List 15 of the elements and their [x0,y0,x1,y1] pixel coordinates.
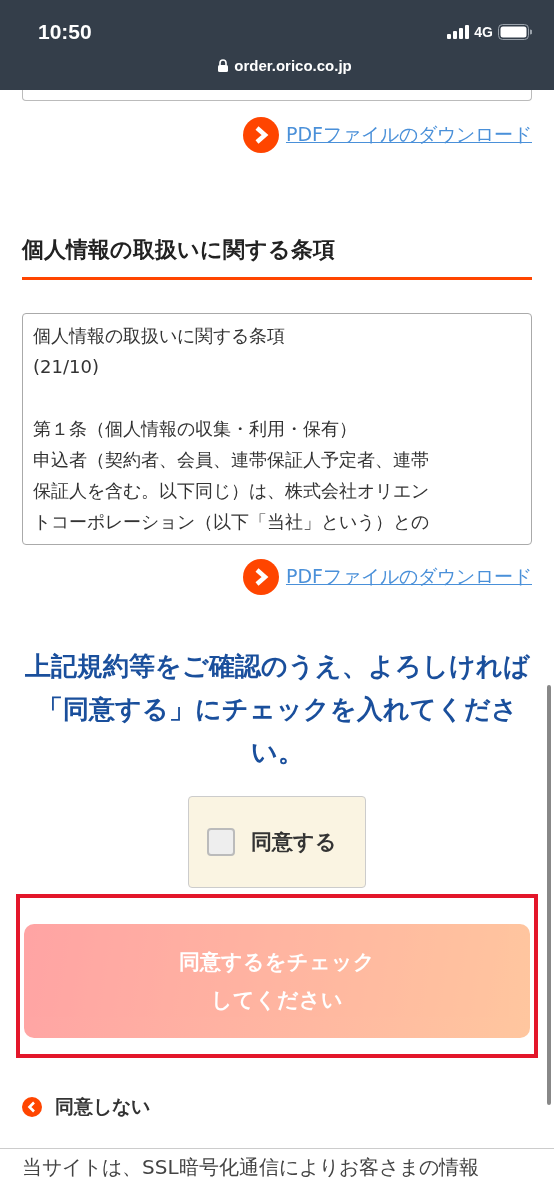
chevron-right-icon [242,117,279,153]
url-text: order.orico.co.jp [234,57,352,74]
network-label: 4G [474,24,493,40]
agree-checkbox[interactable]: 同意する [188,796,366,888]
chevron-left-icon [22,1097,42,1117]
section-heading: 個人情報の取扱いに関する条項 [22,235,532,280]
battery-icon [498,24,532,40]
footer-text: 当サイトは、SSL暗号化通信によりお客さまの情報 [22,1155,479,1179]
chevron-right-icon [242,559,279,595]
clock-time: 10:50 [38,20,92,44]
terms-text-area[interactable]: 個人情報の取扱いに関する条項 (21/10) 第１条（個人情報の収集・利用・保有） 申込者（契約者、会員、連帯保証人予定者、連帯 保証人を含む。以下同じ）は、株式会社オリエン トコーポレーション（以下「当社」という）との [22,313,532,545]
instruction-text: 上記規約等をご確認のうえ、よろしければ「同意する」にチェックを入れてください。 [23,650,531,769]
decline-link[interactable]: 同意しない [55,1094,150,1120]
lock-icon [218,59,229,72]
signal-icon [447,25,470,39]
